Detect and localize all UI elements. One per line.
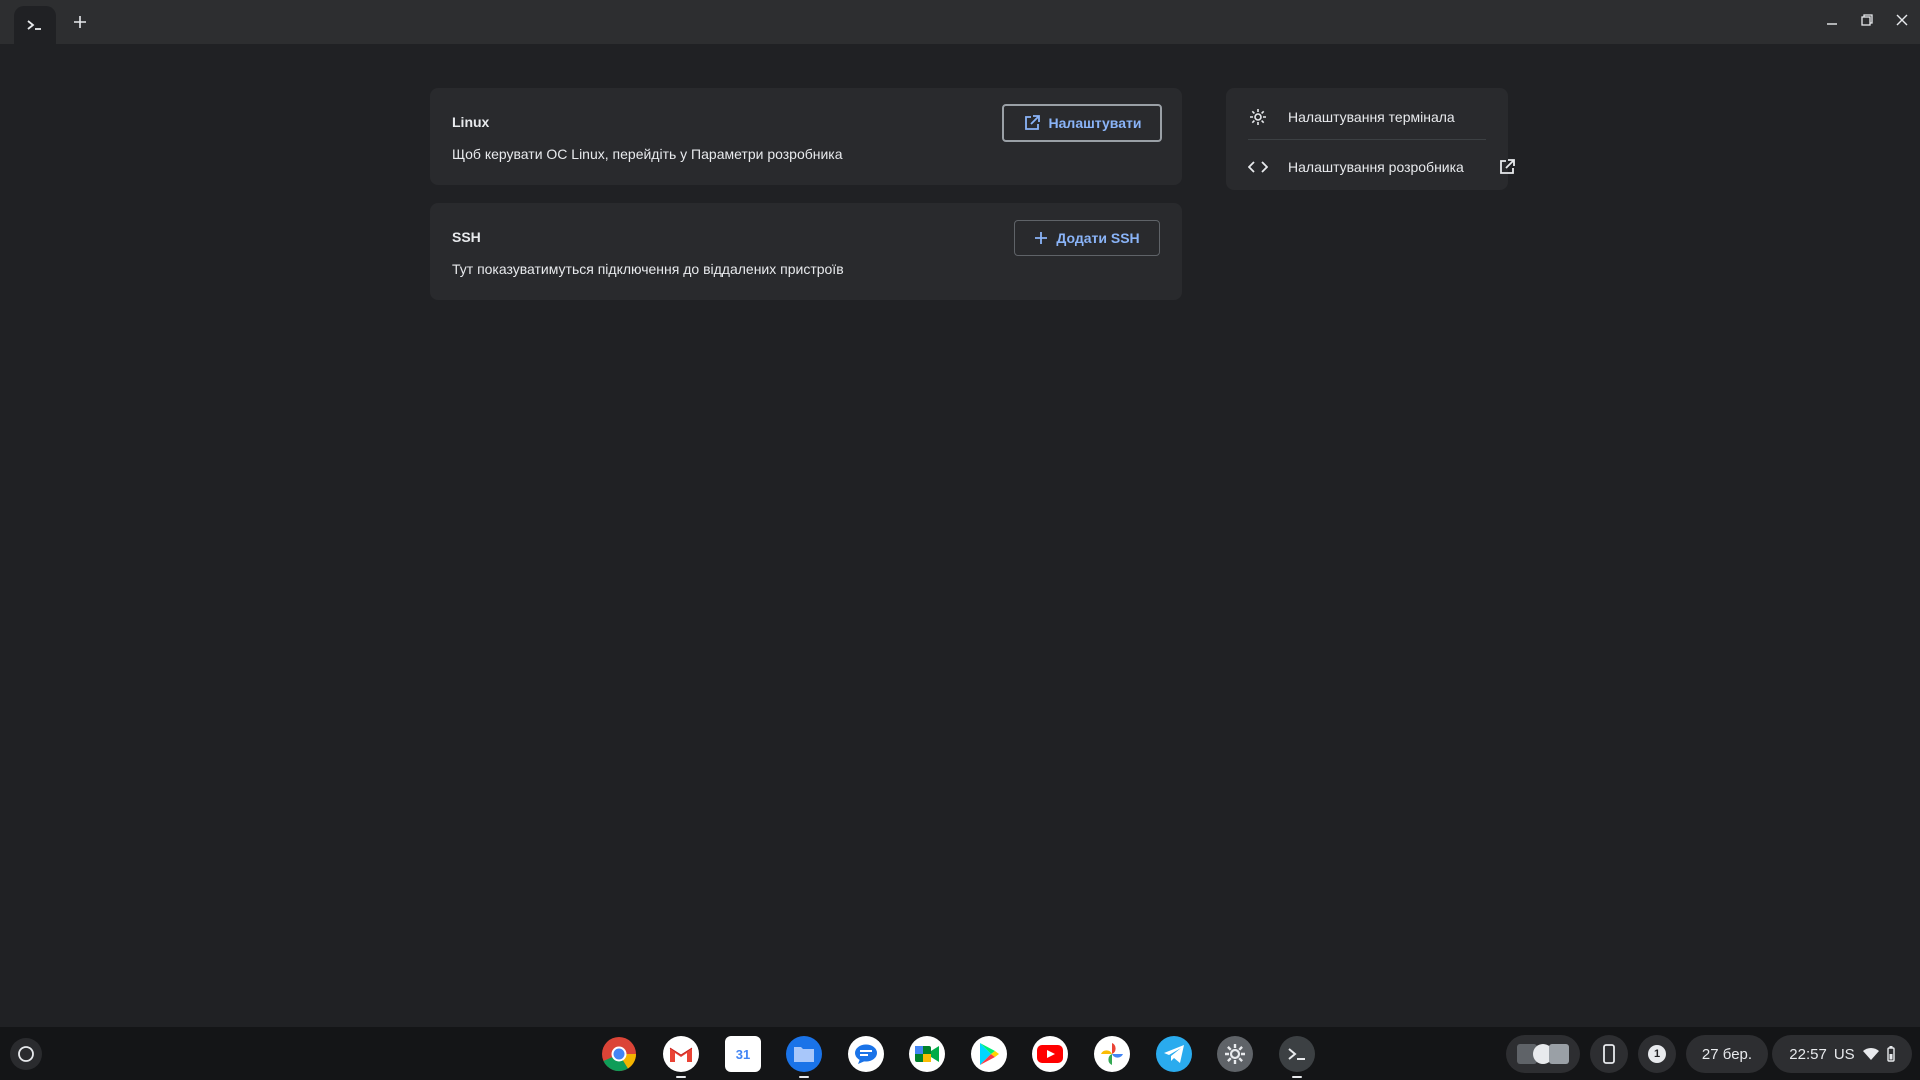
meet-icon (915, 1046, 939, 1062)
add-ssh-button[interactable]: Додати SSH (1014, 220, 1160, 256)
time-label: 22:57 (1789, 1045, 1827, 1063)
wifi-icon (1862, 1047, 1879, 1060)
tab-terminal[interactable] (14, 6, 56, 44)
status-area[interactable]: 22:57 US (1772, 1035, 1912, 1073)
shelf-app-play-store[interactable] (971, 1036, 1007, 1072)
minimize-button[interactable] (1816, 6, 1848, 34)
launcher-icon (18, 1046, 34, 1062)
terminal-settings-label: Налаштування термінала (1288, 109, 1455, 125)
shelf-app-gmail[interactable] (663, 1036, 699, 1078)
terminal-settings-item[interactable]: Налаштування термінала (1226, 94, 1508, 140)
youtube-icon (1037, 1045, 1063, 1063)
holding-space-tray[interactable] (1506, 1035, 1580, 1073)
shelf-app-chrome[interactable] (601, 1036, 637, 1072)
shelf-app-calendar[interactable]: 31 (725, 1036, 761, 1072)
shelf-app-photos[interactable] (1094, 1036, 1130, 1072)
gear-icon (1225, 1044, 1245, 1064)
terminal-prompt-icon (1288, 1048, 1305, 1060)
date-tray[interactable]: 27 бер. (1686, 1035, 1768, 1073)
phone-hub-button[interactable] (1590, 1035, 1628, 1073)
date-label: 27 бер. (1701, 1045, 1753, 1063)
linux-card-title: Linux (452, 114, 490, 130)
ssh-card-description: Тут показуватимуться підключення до відд… (452, 261, 844, 277)
gmail-icon (669, 1047, 693, 1062)
screenshot-thumbnail (1549, 1044, 1569, 1064)
close-button[interactable] (1886, 6, 1918, 34)
calendar-icon: 31 (735, 1046, 751, 1062)
plus-icon (1035, 232, 1048, 244)
chrome-icon (602, 1037, 637, 1072)
ssh-card: SSH Тут показуватимуться підключення до … (430, 203, 1182, 300)
side-menu-divider (1248, 139, 1486, 140)
launcher-button[interactable] (10, 1038, 42, 1070)
shelf-app-telegram[interactable] (1156, 1036, 1192, 1072)
maximize-button[interactable] (1851, 6, 1883, 34)
shelf-app-terminal[interactable] (1279, 1036, 1315, 1078)
folder-icon (794, 1047, 814, 1062)
photos-icon (1101, 1043, 1123, 1065)
phone-icon (1603, 1044, 1615, 1064)
shelf-app-files[interactable] (786, 1036, 822, 1078)
developer-settings-label: Налаштування розробника (1288, 159, 1464, 175)
configure-linux-button[interactable]: Налаштувати (1002, 104, 1162, 142)
play-store-icon (980, 1043, 999, 1065)
keyboard-layout-label: US (1833, 1045, 1855, 1063)
minimize-icon (1827, 23, 1837, 25)
ssh-card-title: SSH (452, 229, 481, 245)
terminal-prompt-icon (27, 20, 41, 30)
close-icon (1896, 14, 1908, 26)
shelf: 31 1 27 бер. 22:57 US (0, 1027, 1920, 1080)
linux-card: Linux Щоб керувати ОС Linux, перейдіть у… (430, 88, 1182, 185)
plus-icon (74, 16, 86, 28)
running-indicator (676, 1076, 686, 1078)
messages-icon (855, 1044, 877, 1064)
settings-side-menu: Налаштування термінала Налаштування розр… (1226, 88, 1515, 190)
shelf-app-settings[interactable] (1217, 1036, 1253, 1072)
shelf-app-messages[interactable] (848, 1036, 884, 1072)
code-brackets-icon (1248, 157, 1268, 177)
add-ssh-button-label: Додати SSH (1056, 230, 1140, 246)
notification-count-badge: 1 (1648, 1045, 1666, 1063)
shelf-app-meet[interactable] (909, 1036, 945, 1072)
configure-linux-button-label: Налаштувати (1048, 115, 1142, 131)
notification-counter[interactable]: 1 (1638, 1035, 1676, 1073)
title-bar (0, 0, 1920, 44)
developer-settings-item[interactable]: Налаштування розробника (1226, 144, 1515, 190)
open-external-icon (1024, 115, 1040, 130)
new-tab-button[interactable] (66, 8, 94, 36)
battery-icon (1886, 1046, 1895, 1062)
running-indicator (799, 1076, 809, 1078)
shelf-app-youtube[interactable] (1032, 1036, 1068, 1072)
linux-card-description: Щоб керувати ОС Linux, перейдіть у Парам… (452, 146, 843, 162)
open-external-icon (1500, 159, 1515, 174)
running-indicator (1292, 1076, 1302, 1078)
telegram-icon (1164, 1045, 1184, 1063)
maximize-icon (1861, 14, 1873, 26)
gear-icon (1248, 107, 1268, 127)
